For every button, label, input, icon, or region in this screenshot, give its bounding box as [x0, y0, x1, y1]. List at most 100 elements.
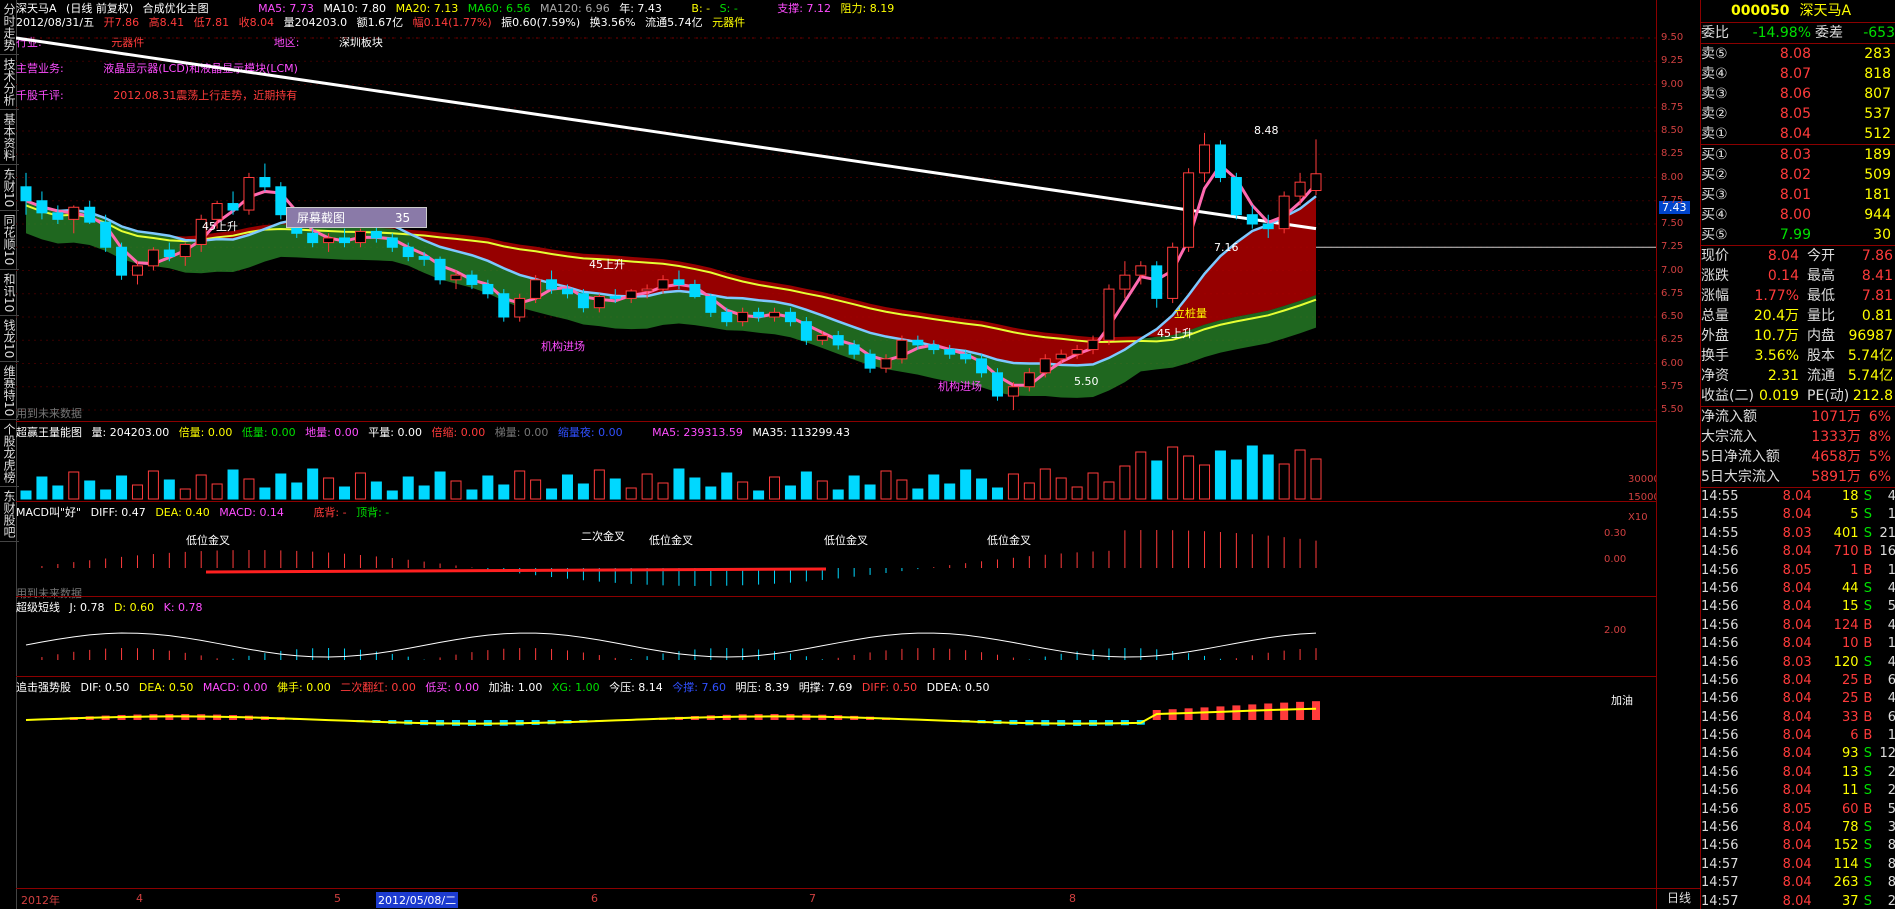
tick-count: 21 [1879, 525, 1895, 541]
price-tick: 8.00 [1661, 171, 1684, 183]
tick-time: 14:56 [1701, 838, 1739, 854]
tick-volume: 15 [1841, 599, 1859, 615]
bottom-divergence: 底背: - [313, 506, 347, 519]
candle-body [705, 296, 717, 313]
screenshot-button[interactable]: 屏幕截图 35 [286, 207, 428, 228]
macd-panel[interactable]: MACD叫"好" DIFF: 0.47 DEA: 0.40 MACD: 0.14… [16, 501, 1656, 600]
candle-body [1199, 144, 1211, 174]
flow-label: 5日净流入额 [1701, 449, 1780, 465]
candle-body [976, 358, 988, 374]
ask-volume: 818 [1864, 66, 1891, 82]
short-term-panel[interactable]: 超级短线 J: 0.78 D: 0.60 K: 0.78 [16, 596, 1656, 677]
tick-row: 14:56 8.04 25 B 4 [1701, 690, 1895, 708]
stat-value-2: 7.86 [1861, 248, 1893, 264]
price-tick: 6.25 [1661, 334, 1684, 346]
tick-time: 14:56 [1701, 746, 1739, 762]
tick-side: S [1863, 838, 1872, 854]
tick-count: 8 [1887, 856, 1895, 872]
tick-time: 14:56 [1701, 783, 1739, 799]
price-tick: 9.50 [1661, 32, 1684, 43]
tick-volume: 13 [1841, 764, 1859, 780]
tick-time: 14:56 [1701, 580, 1739, 596]
ask-price: 8.05 [1779, 106, 1811, 122]
stock-name-right: 深天马A [1799, 3, 1852, 19]
candle-body [737, 311, 749, 323]
strong-low-buy: 低买: 0.00 [425, 681, 480, 694]
tick-row: 14:56 8.04 13 S 2 [1701, 764, 1895, 782]
candle-body [84, 206, 96, 223]
price-tick: 5.50 [1661, 404, 1684, 415]
tick-count: 4 [1887, 691, 1895, 707]
price-tick: 6.75 [1661, 287, 1684, 299]
tick-price: 8.05 [1782, 562, 1812, 578]
tick-price: 8.04 [1782, 507, 1812, 523]
flow-pct: 6% [1868, 409, 1891, 425]
candle-body [339, 237, 351, 244]
candle-body [402, 246, 414, 258]
stat-value-2: 5.74亿 [1847, 348, 1893, 364]
tick-price: 8.04 [1782, 764, 1812, 780]
strong-ddea: DDEA: 0.50 [926, 681, 990, 694]
tick-count: 5 [1887, 801, 1895, 817]
flow-value: 1333万 [1811, 429, 1861, 445]
period-tab-daily[interactable]: 日线 [1657, 888, 1701, 909]
tick-row: 14:56 8.05 1 B 1 [1701, 562, 1895, 580]
price-tick: 5.75 [1661, 380, 1684, 392]
tick-side: S [1863, 893, 1872, 909]
tick-side: B [1863, 562, 1873, 578]
price-tick: 7.00 [1661, 264, 1684, 276]
tick-row: 14:56 8.04 124 B 4 [1701, 617, 1895, 635]
tick-row: 14:56 8.04 78 S 3 [1701, 819, 1895, 837]
today-support: 今撑: 7.60 [672, 681, 726, 694]
kline-chart-area[interactable]: 深天马A (日线 前复权) 合成优化主图 MA5: 7.73 MA10: 7.8… [16, 0, 1656, 909]
bid-row: 买③ 8.01 181 [1701, 185, 1895, 205]
tick-volume: 44 [1841, 580, 1859, 596]
tick-volume: 60 [1841, 801, 1859, 817]
stat-label-2: 最低 [1807, 288, 1835, 304]
tick-volume: 120 [1833, 654, 1859, 670]
tick-row: 14:56 8.04 152 S 8 [1701, 837, 1895, 855]
flow-label: 净流入额 [1701, 409, 1757, 425]
candle-body [450, 274, 462, 281]
tick-count: 4 [1887, 489, 1895, 504]
tick-count: 1 [1887, 562, 1895, 578]
tick-list[interactable]: 14:55 8.04 18 S 4 14:55 8.04 5 S 1 14:55 8.03 401 S 21… [1701, 487, 1895, 909]
tick-count: 1 [1887, 636, 1895, 652]
tick-side: S [1863, 783, 1872, 799]
flow-pct: 8% [1868, 429, 1891, 445]
strong-refuel: 加油: 1.00 [488, 681, 543, 694]
candle-body [323, 237, 335, 244]
tick-price: 8.04 [1782, 709, 1812, 725]
stat-row: 收益(二) 0.019 PE(动) 212.8 [1701, 386, 1895, 406]
ask-row: 卖① 8.04 512 [1701, 124, 1895, 144]
tick-volume: 11 [1841, 783, 1859, 799]
strong-stock-panel[interactable]: 追击强势股 DIF: 0.50 DEA: 0.50 MACD: 0.00 佛手:… [16, 676, 1656, 889]
ask-price: 8.06 [1779, 86, 1811, 102]
volume-panel[interactable]: 超赢王量能图 量: 204203.00 倍量: 0.00 低量: 0.00 地量… [16, 421, 1656, 502]
price-tick: 6.50 [1661, 311, 1684, 322]
stat-row: 换手 3.56% 股本 5.74亿 [1701, 346, 1895, 366]
tick-price: 8.04 [1782, 746, 1812, 762]
stat-label: 净资 [1701, 368, 1729, 384]
weicha-label: 委差 [1815, 25, 1843, 41]
tick-row: 14:57 8.04 37 S 2 [1701, 893, 1895, 909]
double-volume: 倍量: 0.00 [178, 426, 233, 439]
tick-row: 14:56 8.04 6 B 1 [1701, 727, 1895, 745]
tick-row: 14:57 8.04 263 S 8 [1701, 874, 1895, 892]
stat-row: 总量 20.4万 量比 0.81 [1701, 306, 1895, 326]
tick-side: S [1863, 856, 1872, 872]
flow-value: 1071万 [1811, 409, 1861, 425]
year-line [16, 36, 1317, 231]
bid-price: 8.01 [1779, 187, 1811, 203]
bid-label: 买④ [1701, 207, 1728, 223]
ask-label: 卖④ [1701, 66, 1728, 82]
tick-count: 16 [1879, 544, 1895, 560]
candle-body [1246, 214, 1258, 225]
price-tick: 9.25 [1661, 55, 1684, 67]
candle-body [561, 288, 573, 295]
candle-body [625, 290, 637, 299]
flow-row: 大宗流入 1333万 8% [1701, 427, 1895, 447]
candle-body [784, 311, 796, 323]
tick-row: 14:55 8.03 401 S 21 [1701, 525, 1895, 543]
candle-body [370, 230, 382, 239]
